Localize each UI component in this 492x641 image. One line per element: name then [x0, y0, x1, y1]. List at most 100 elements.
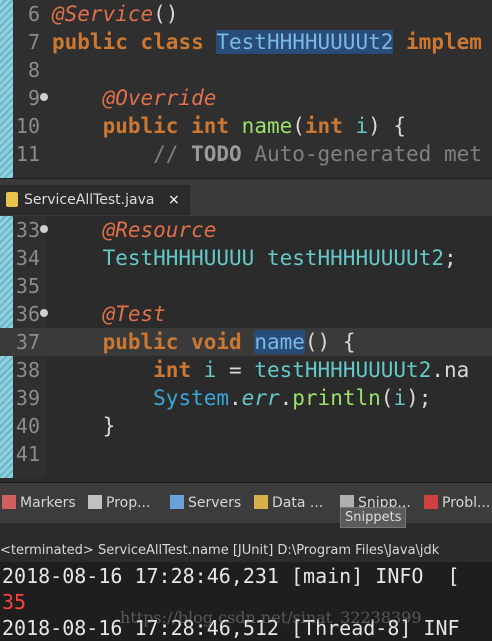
bottom-editor[interactable]: 33 @Resource 34 TestHHHHUUUU testHHHHUUUU…: [0, 216, 492, 478]
line-number: 34: [15, 246, 40, 270]
bottom-line-39[interactable]: 39 System.err.println(i);: [0, 384, 492, 412]
view-tab-servers[interactable]: Servers: [170, 493, 241, 513]
view-tab-prop[interactable]: Prop...: [88, 493, 150, 513]
code-text: public void name() {: [52, 328, 355, 356]
code-token: ;: [443, 246, 457, 270]
view-tab-label: Servers: [188, 495, 242, 511]
console-output[interactable]: 2018-08-16 17:28:46,231 [main] INFO [35 2…: [0, 562, 492, 641]
bottom-line-38[interactable]: 38 int i = testHHHHUUUUt2.na: [0, 356, 492, 384]
top-line-9[interactable]: 9 @Override: [0, 84, 492, 112]
console-line: 35: [2, 590, 27, 614]
line-number: 9: [27, 86, 40, 110]
code-token: public: [102, 114, 192, 138]
bottom-line-34[interactable]: 34 TestHHHHUUUU testHHHHUUUUt2;: [0, 244, 492, 272]
code-token: err: [241, 386, 280, 410]
bottom-line-33[interactable]: 33 @Resource: [0, 216, 492, 244]
line-number: 40: [15, 414, 40, 438]
code-token: int: [191, 114, 242, 138]
top-editor[interactable]: 6 @Service() 7 public class TestHHHHUUUUt2 …: [0, 0, 492, 178]
view-tab-label: Data ...: [272, 495, 324, 511]
code-token: (): [153, 2, 179, 26]
code-text: }: [52, 412, 116, 440]
console-header: <terminated> ServiceAllTest.name [JUnit]…: [0, 540, 492, 562]
view-tab-label: Probl...: [442, 495, 491, 511]
top-line-11[interactable]: 11 // TODO Auto-generated met: [0, 140, 492, 168]
markers-icon: [2, 495, 16, 509]
bottom-line-40[interactable]: 40 }: [0, 412, 492, 440]
line-number: 6: [27, 2, 40, 26]
code-token: TestHHHHUUUU: [102, 246, 267, 270]
code-token: public: [52, 30, 141, 54]
code-token: i: [355, 114, 369, 138]
code-token: (: [292, 114, 305, 138]
code-token: Auto-generated met: [254, 142, 482, 166]
line-number: 36: [15, 302, 40, 326]
view-tab-data[interactable]: Data ...: [254, 493, 323, 513]
tab-label: ServiceAllTest.java: [24, 192, 155, 208]
tab-servicealltest[interactable]: ServiceAllTest.java ×: [0, 185, 190, 215]
line-number: 8: [27, 58, 40, 82]
fold-toggle-icon[interactable]: [40, 225, 48, 233]
code-token: }: [52, 414, 116, 438]
code-token: );: [406, 386, 432, 410]
code-text: @Service(): [52, 0, 178, 28]
code-text: public int name(int i) {: [52, 112, 407, 140]
bottom-line-41[interactable]: 41: [0, 440, 492, 468]
code-text: @Override: [52, 84, 217, 112]
line-number: 38: [15, 358, 40, 382]
code-token: .: [279, 386, 293, 410]
view-tab-probl[interactable]: Probl...: [424, 493, 490, 513]
top-line-10[interactable]: 10 public int name(int i) {: [0, 112, 492, 140]
code-token: testHHHHUUUUt2: [254, 358, 432, 382]
line-number: 7: [27, 30, 40, 54]
code-text: // TODO Auto-generated met: [52, 140, 482, 168]
java-file-icon: [6, 192, 18, 207]
code-token: (: [380, 386, 394, 410]
code-text: @Resource: [52, 216, 217, 244]
line-number: 35: [15, 274, 40, 298]
code-token: name: [241, 114, 293, 138]
code-token: TestHHHHUUUUt2: [216, 30, 394, 54]
line-number: 33: [15, 218, 40, 242]
view-tab-markers[interactable]: Markers: [2, 493, 76, 513]
data-source-icon: [254, 495, 268, 509]
code-token: int: [153, 358, 204, 382]
view-tab-bar: Markers Prop... Servers Data ... Snipp... Pro…: [0, 482, 492, 523]
code-text: int i = testHHHHUUUUt2.na: [52, 356, 469, 384]
code-token: i: [203, 358, 217, 382]
code-text: System.err.println(i);: [52, 384, 431, 412]
code-token: name: [254, 330, 305, 354]
watermark: https://blog.csdn.net/sinat_32238399: [120, 608, 422, 627]
fold-toggle-icon[interactable]: [40, 93, 48, 101]
bottom-line-35[interactable]: 35: [0, 272, 492, 300]
top-line-7[interactable]: 7 public class TestHHHHUUUUt2 implem: [0, 28, 492, 56]
code-token: i: [393, 386, 407, 410]
snippets-tooltip: Snippets: [340, 507, 407, 528]
servers-icon: [170, 495, 184, 509]
line-number: 41: [15, 442, 40, 466]
fold-toggle-icon[interactable]: [40, 309, 48, 317]
code-token: @Override: [102, 86, 217, 110]
view-tab-label: Prop...: [106, 495, 151, 511]
bottom-line-36[interactable]: 36 @Test: [0, 300, 492, 328]
top-line-8[interactable]: 8: [0, 56, 492, 84]
close-tab-icon[interactable]: ×: [168, 185, 180, 215]
code-token: public: [102, 330, 192, 354]
code-token: @Test: [102, 302, 166, 326]
line-number: 37: [15, 330, 40, 354]
code-token: int: [304, 114, 356, 138]
view-tab-label: Markers: [20, 495, 76, 511]
code-token: implem: [393, 30, 482, 54]
editor-tab-bar: ServiceAllTest.java ×: [0, 178, 492, 218]
top-line-6[interactable]: 6 @Service(): [0, 0, 492, 28]
code-token: .: [229, 386, 242, 410]
code-token: TODO: [191, 142, 255, 166]
code-token: println: [292, 386, 381, 410]
bottom-line-37[interactable]: 37 public void name() {: [0, 328, 492, 356]
